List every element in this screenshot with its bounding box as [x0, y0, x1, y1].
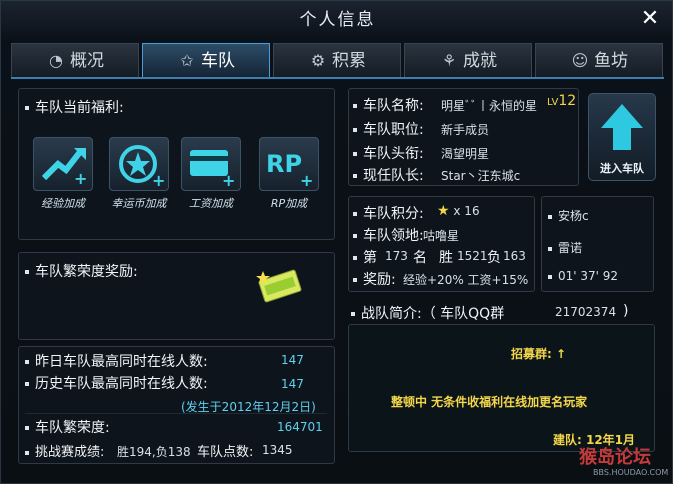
- side-info-line3: 01' 37' 92: [548, 269, 618, 283]
- history-peak-label: 历史车队最高同时在线人数:: [25, 373, 208, 393]
- tab-fishery[interactable]: ☺ 鱼坊: [535, 43, 663, 77]
- prosperity-reward-heading: 车队繁荣度奖励:: [25, 261, 138, 281]
- team-points-score-value: ★ x 16: [437, 203, 480, 219]
- salary-card-icon[interactable]: +: [181, 137, 241, 191]
- team-score-panel: 车队积分: ★ x 16 车队领地: 咕噜星 第 173 名 胜 1521 负 …: [348, 196, 535, 292]
- territory-label: 车队领地:: [353, 225, 424, 245]
- svg-text:+: +: [74, 169, 87, 188]
- intro-qq: 21702374: [555, 305, 617, 319]
- svg-text:+: +: [222, 171, 235, 190]
- svg-text:RP: RP: [266, 150, 302, 178]
- rank-value: 173: [385, 249, 408, 263]
- tab-team[interactable]: ✩ 车队: [142, 43, 270, 77]
- up-arrow-icon: [601, 104, 643, 150]
- fish-icon: ☺: [571, 51, 589, 70]
- team-title-value: 渴望明星: [441, 147, 490, 161]
- team-name-value: 明星ﾞﾞ丨永恒的星: [441, 99, 538, 113]
- team-title-label: 车队头衔:: [353, 143, 424, 163]
- divider: [25, 413, 327, 414]
- close-icon[interactable]: ✕: [638, 7, 662, 31]
- rank-row: 第: [353, 247, 377, 267]
- team-stats-panel: 昨日车队最高同时在线人数: 147 历史车队最高同时在线人数: 147 (发生于…: [18, 346, 335, 464]
- svg-text:+: +: [300, 171, 313, 190]
- reward-ticket-icon[interactable]: [255, 267, 305, 305]
- star-icon: ✩: [180, 51, 194, 70]
- forum-watermark-url: BBS.HOUDAO.COM: [593, 468, 669, 477]
- team-name-label: 车队名称:: [353, 95, 424, 115]
- team-info-panel: 车队名称: 明星ﾞﾞ丨永恒的星 LV12 车队职位: 新手成员 车队头衔: 渴望…: [348, 88, 579, 186]
- team-position-label: 车队职位:: [353, 119, 424, 139]
- tab-bar: ◔ 概况 ✩ 车队 ⚙ 积累 ⚘ 成就 ☺ 鱼坊: [11, 43, 664, 79]
- prosperity-value: 164701: [277, 420, 323, 434]
- gauge-icon: ◔: [49, 51, 63, 70]
- rank-suffix: 名: [413, 250, 427, 266]
- exp-boost-icon[interactable]: +: [33, 137, 93, 191]
- prosperity-reward-panel: 车队繁荣度奖励:: [18, 252, 335, 340]
- intro-panel: 招募群: ↑ 整顿中 无条件收福利在线加更名玩家 建队: 12年1月: [348, 324, 655, 452]
- window-title: 个人信息: [299, 10, 376, 30]
- medal-icon: ⚘: [441, 51, 457, 70]
- losses-value: 163: [503, 249, 526, 263]
- perk-label-lucky: 幸运币加成: [111, 197, 167, 210]
- reward-value: 经验+20% 工资+15%: [403, 273, 529, 287]
- personal-info-window: 个人信息 ✕ ◔ 概况 ✩ 车队 ⚙ 积累 ⚘ 成就 ☺ 鱼坊 车队当前福利: + 经验加…: [0, 0, 673, 484]
- svg-text:+: +: [152, 171, 165, 190]
- benefits-heading: 车队当前福利:: [25, 97, 124, 117]
- perk-label-salary: 工资加成: [189, 197, 233, 210]
- wins-value: 1521: [457, 249, 488, 263]
- team-position-value: 新手成员: [441, 123, 490, 137]
- yesterday-peak-label: 昨日车队最高同时在线人数:: [25, 351, 208, 371]
- reward-label: 奖励:: [353, 269, 396, 289]
- intro-heading: 战队简介:（ 车队QQ群: [351, 303, 504, 323]
- team-level-badge: LV12: [547, 93, 577, 109]
- forum-watermark-logo: 猴岛论坛: [579, 447, 651, 468]
- side-info-panel: 安杨c 雷诺 01' 37' 92: [541, 196, 654, 292]
- tab-achievement[interactable]: ⚘ 成就: [404, 43, 532, 77]
- tab-accumulate[interactable]: ⚙ 积累: [273, 43, 401, 77]
- rp-boost-icon[interactable]: RP +: [259, 137, 319, 191]
- territory-value: 咕噜星: [423, 229, 460, 243]
- challenge-label: 挑战赛成绩:: [25, 441, 104, 460]
- intro-close-paren: ): [623, 303, 629, 319]
- enter-team-button[interactable]: 进入车队: [588, 93, 656, 181]
- benefits-panel: 车队当前福利: + 经验加成 + 幸运币加成 + 工资加成 RP + RP加成: [18, 88, 335, 240]
- captain-value: Star丶汪东城c: [441, 169, 521, 183]
- team-points-label: 车队点数:: [197, 445, 254, 460]
- side-info-line2: 雷诺: [548, 239, 582, 256]
- gear-icon: ⚙: [310, 51, 326, 70]
- lucky-coin-icon[interactable]: +: [109, 137, 169, 191]
- prosperity-label: 车队繁荣度:: [25, 417, 110, 437]
- yesterday-peak-value: 147: [281, 353, 304, 367]
- team-points-value: 1345: [262, 443, 293, 457]
- captain-label: 现任队长:: [353, 165, 424, 185]
- team-points-score-label: 车队积分:: [353, 203, 424, 223]
- side-info-line1: 安杨c: [548, 207, 589, 224]
- losses-label: 负: [487, 250, 501, 266]
- wins-label: 胜: [439, 250, 453, 266]
- enter-team-label: 进入车队: [600, 162, 644, 175]
- tab-overview[interactable]: ◔ 概况: [11, 43, 139, 77]
- star-icon: ★: [437, 203, 450, 219]
- perk-label-rp: RP加成: [270, 197, 308, 210]
- history-peak-value: 147: [281, 377, 304, 391]
- challenge-value: 胜194,负138: [117, 445, 191, 459]
- intro-notice: 整顿中 无条件收福利在线加更名玩家: [391, 395, 588, 409]
- perk-label-exp: 经验加成: [41, 197, 85, 210]
- intro-recruit: 招募群: ↑: [511, 347, 567, 361]
